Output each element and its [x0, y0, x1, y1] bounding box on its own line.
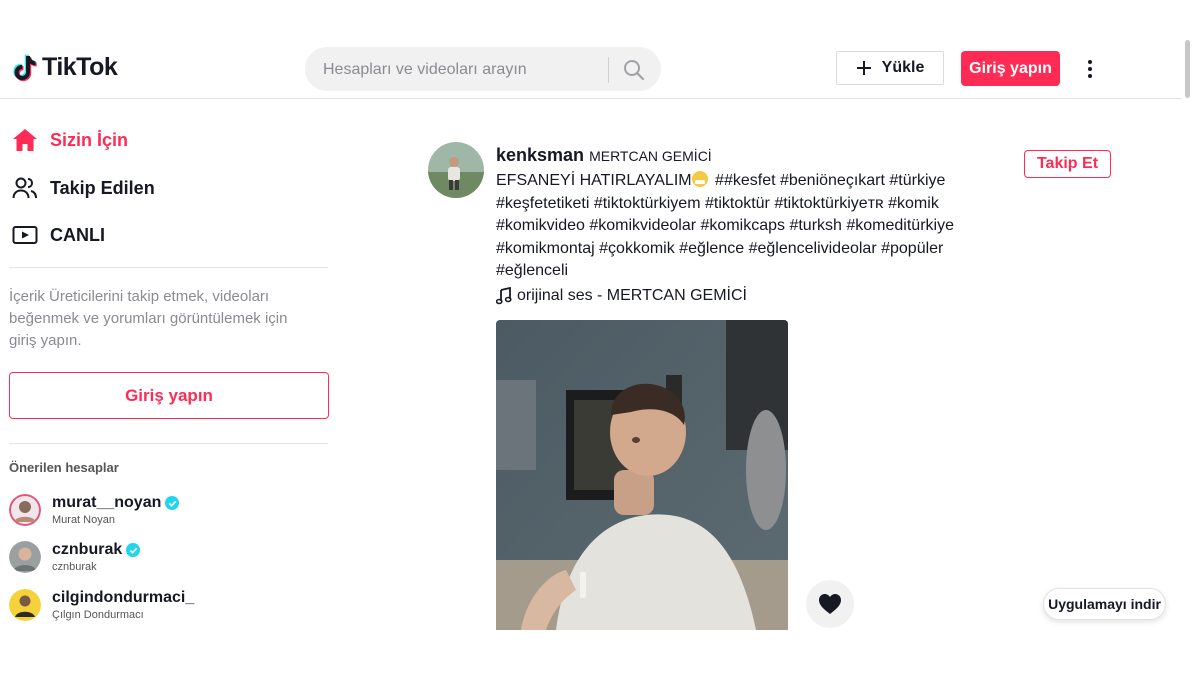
grimacing-emoji-icon — [691, 171, 708, 187]
verified-badge-icon — [126, 543, 141, 557]
upload-label: Yükle — [881, 59, 925, 76]
post-author[interactable]: kenksman MERTCAN GEMİCİ — [496, 145, 712, 166]
upload-button[interactable]: Yükle — [836, 51, 944, 85]
nav-label: Sizin İçin — [50, 129, 129, 150]
avatar — [9, 541, 41, 573]
nav-item-for-you[interactable]: Sizin İçin — [12, 127, 128, 153]
sidebar-login-button[interactable]: Giriş yapın — [9, 372, 329, 419]
account-display-name: Murat Noyan — [52, 514, 115, 526]
tiktok-note-icon — [13, 54, 37, 81]
suggested-account-cilgindondurmaci[interactable]: cilgindondurmaci_ Çılgın Dondurmacı — [9, 588, 194, 622]
account-username-text: cilgindondurmaci_ — [52, 589, 195, 606]
suggested-account-murat-noyan[interactable]: murat__noyan Murat Noyan — [9, 493, 180, 527]
account-username-text: murat__noyan — [52, 494, 162, 511]
verified-badge-icon — [165, 496, 180, 510]
nav-item-following[interactable]: Takip Edilen — [12, 175, 155, 201]
account-username-text: cznburak — [52, 541, 123, 558]
post-author-avatar[interactable] — [428, 142, 484, 198]
scrollbar-thumb[interactable] — [1185, 40, 1190, 98]
suggested-account-cznburak[interactable]: cznburak cznburak — [9, 540, 141, 574]
account-username: cznburak — [52, 540, 141, 560]
search-icon — [624, 60, 645, 81]
music-link[interactable]: orijinal ses - MERTCAN GEMİCİ — [496, 287, 747, 305]
download-app-button[interactable]: Uygulamayı indir — [1043, 588, 1166, 620]
post-caption: EFSANEYİ HATIRLAYALIM ##kesfet #beniöneç… — [496, 170, 974, 283]
sidebar-divider — [9, 267, 328, 268]
users-icon — [12, 175, 38, 201]
more-dot — [1088, 74, 1092, 78]
author-display-name: MERTCAN GEMİCİ — [589, 148, 712, 164]
like-button[interactable] — [806, 580, 854, 628]
search-divider — [608, 57, 609, 83]
suggested-accounts-title: Önerilen hesaplar — [9, 460, 119, 475]
author-username: kenksman — [496, 145, 585, 165]
account-display-name: cznburak — [52, 561, 97, 573]
nav-label: CANLI — [50, 224, 105, 245]
sidebar-divider — [9, 443, 328, 444]
more-dot — [1088, 67, 1092, 71]
nav-item-live[interactable]: CANLI — [12, 222, 105, 248]
tiktok-logo[interactable]: TikTok — [12, 53, 118, 82]
heart-icon — [819, 594, 841, 614]
account-username: murat__noyan — [52, 493, 180, 513]
music-label: orijinal ses - MERTCAN GEMİCİ — [517, 287, 747, 304]
nav-label: Takip Edilen — [50, 177, 155, 198]
live-icon — [12, 222, 38, 248]
video-player[interactable] — [496, 320, 788, 630]
avatar — [9, 494, 41, 526]
music-note-icon — [496, 287, 512, 305]
login-prompt-text: İçerik Üreticilerini takip etmek, videol… — [9, 288, 288, 349]
more-dots-icon — [1088, 60, 1092, 64]
account-display-name: Çılgın Dondurmacı — [52, 609, 144, 621]
logo-text: TikTok — [42, 53, 118, 81]
more-menu-button[interactable] — [1080, 56, 1100, 82]
page-scrollbar[interactable] — [1182, 38, 1192, 100]
follow-button[interactable]: Takip Et — [1024, 150, 1111, 178]
home-icon — [12, 127, 38, 153]
plus-icon — [856, 61, 871, 75]
video-frame — [496, 320, 788, 630]
avatar — [9, 589, 41, 621]
header-login-button[interactable]: Giriş yapın — [961, 51, 1060, 86]
search-bar — [305, 47, 661, 93]
search-button[interactable] — [620, 57, 648, 83]
top-header: TikTok Yükle Giriş yapın — [0, 38, 1182, 99]
account-username: cilgindondurmaci_ — [52, 588, 194, 608]
caption-text: EFSANEYİ HATIRLAYALIM — [496, 172, 692, 189]
search-input[interactable] — [321, 47, 595, 93]
